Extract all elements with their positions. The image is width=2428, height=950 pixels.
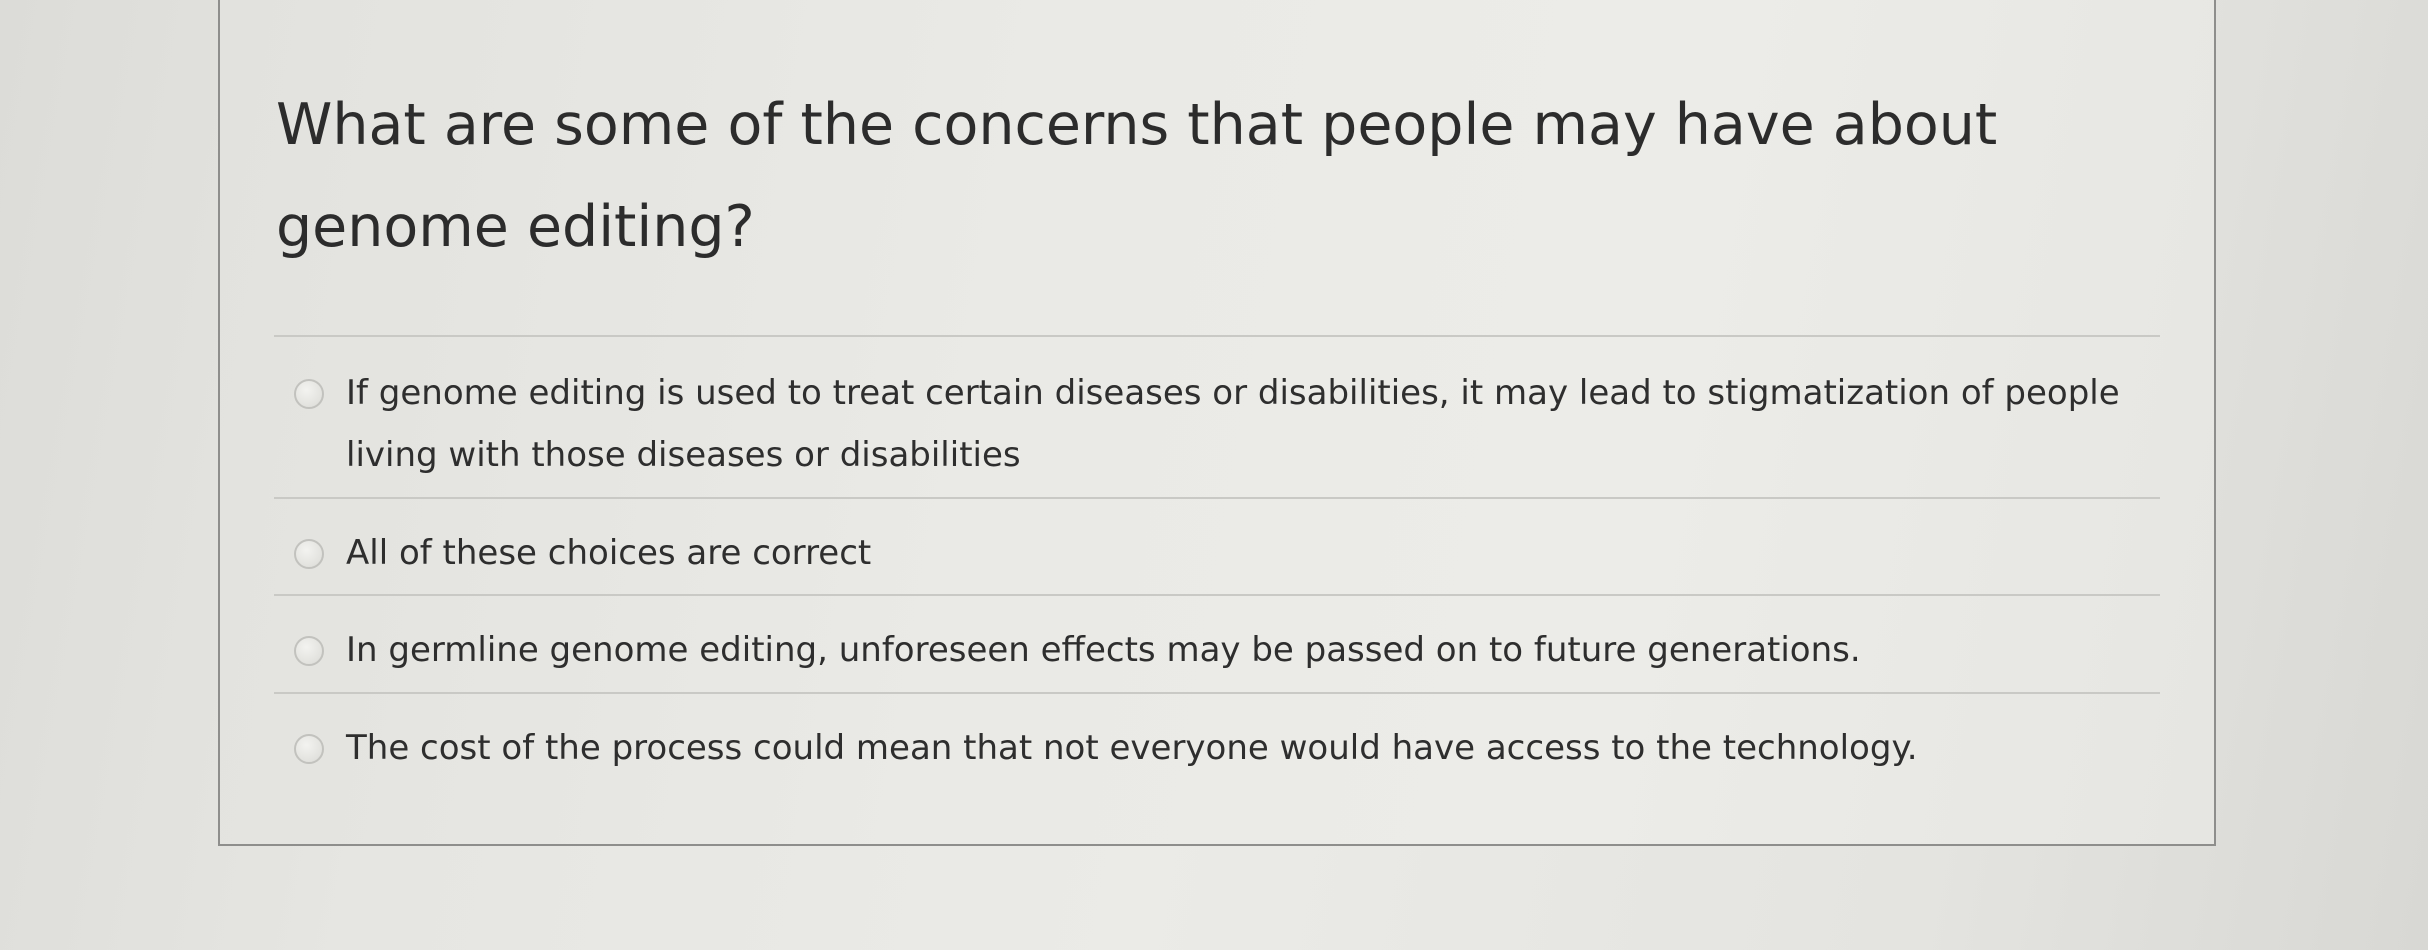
radio-button-icon[interactable] <box>294 636 324 666</box>
answer-option-label: If genome editing is used to treat certa… <box>346 373 2120 475</box>
divider <box>274 497 2160 499</box>
divider <box>274 594 2160 596</box>
question-text: What are some of the concerns that peopl… <box>276 92 1998 260</box>
answer-option-1[interactable]: If genome editing is used to treat certa… <box>274 362 2160 486</box>
answer-option-3[interactable]: In germline genome editing, unforeseen e… <box>274 619 2160 681</box>
answer-option-label: All of these choices are correct <box>346 533 872 573</box>
radio-button-icon[interactable] <box>294 734 324 764</box>
radio-button-icon[interactable] <box>294 379 324 409</box>
question-card: What are some of the concerns that peopl… <box>218 0 2216 846</box>
radio-button-icon[interactable] <box>294 539 324 569</box>
divider <box>274 692 2160 694</box>
divider <box>274 335 2160 337</box>
answer-option-4[interactable]: The cost of the process could mean that … <box>274 717 2160 779</box>
answer-option-label: In germline genome editing, unforeseen e… <box>346 630 1861 670</box>
answer-option-2[interactable]: All of these choices are correct <box>274 522 2160 584</box>
answer-option-label: The cost of the process could mean that … <box>346 728 1918 768</box>
